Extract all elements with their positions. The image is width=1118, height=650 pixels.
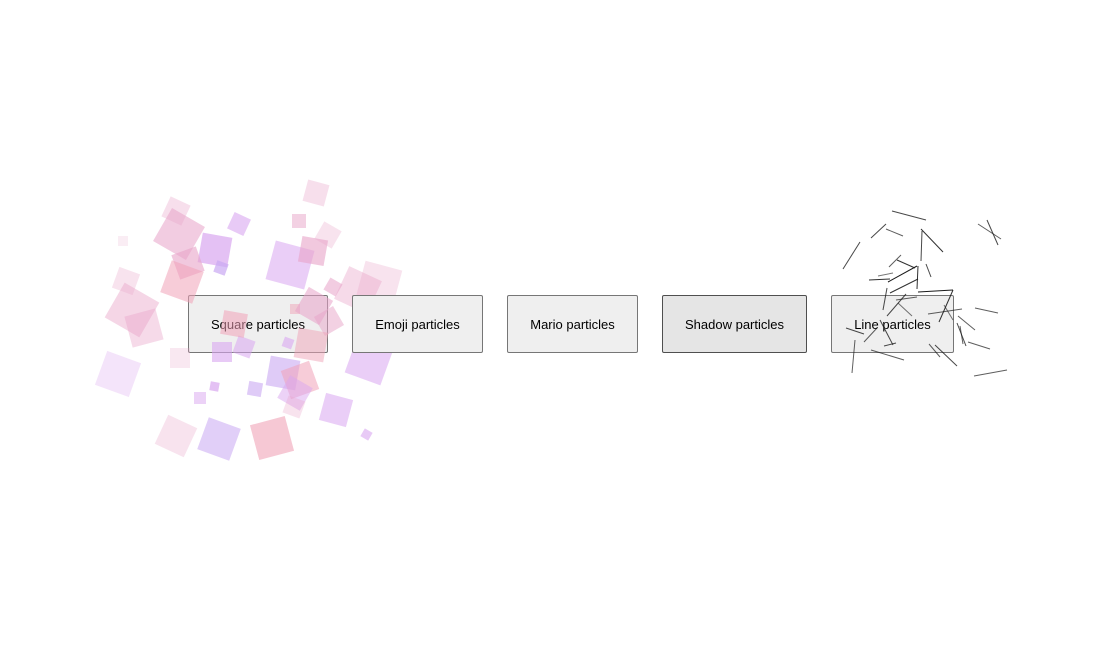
line-particle xyxy=(959,325,964,345)
line-particle xyxy=(896,259,916,269)
square-particle xyxy=(94,350,142,398)
square-particle xyxy=(323,277,343,297)
square-particle xyxy=(170,348,190,368)
line-particle xyxy=(974,307,999,314)
square-particle xyxy=(171,246,205,280)
line-particle xyxy=(973,369,1008,377)
square-particle xyxy=(161,196,191,226)
line-particle xyxy=(891,210,927,221)
line-particle xyxy=(917,289,954,293)
line-particle xyxy=(920,228,944,253)
square-particle xyxy=(209,381,220,392)
line-particle xyxy=(916,265,919,290)
square-particle xyxy=(118,236,128,246)
square-particle xyxy=(277,375,313,411)
square-particle xyxy=(265,355,301,391)
square-particle xyxy=(302,179,330,207)
line-particle xyxy=(888,254,902,268)
square-particle xyxy=(249,415,295,461)
square-particle xyxy=(318,392,354,428)
square-particle xyxy=(297,235,329,267)
particles-demo-page: Square particles Emoji particles Mario p… xyxy=(0,0,1118,650)
line-particle xyxy=(967,341,991,350)
square-particle xyxy=(197,232,233,268)
square-particle xyxy=(124,308,164,348)
square-particle xyxy=(104,282,160,338)
line-particles-button[interactable]: Line particles xyxy=(831,295,954,353)
line-particle xyxy=(977,223,1002,240)
square-particle xyxy=(194,392,206,404)
line-particle xyxy=(870,223,887,239)
square-particle xyxy=(213,260,229,276)
square-particle xyxy=(154,414,198,458)
line-particle xyxy=(887,265,918,283)
square-particle xyxy=(292,214,306,228)
line-particle xyxy=(889,278,919,294)
square-particle xyxy=(282,395,306,419)
line-particle xyxy=(885,228,904,237)
shadow-particles-button[interactable]: Shadow particles xyxy=(662,295,807,353)
line-particle xyxy=(842,241,861,270)
square-particle xyxy=(360,428,373,441)
line-particle xyxy=(986,219,999,246)
emoji-particles-button[interactable]: Emoji particles xyxy=(352,295,483,353)
square-particle xyxy=(153,208,205,260)
mario-particles-button[interactable]: Mario particles xyxy=(507,295,638,353)
square-particle xyxy=(197,417,241,461)
line-particle xyxy=(868,278,891,281)
square-particle xyxy=(246,380,264,398)
square-particle xyxy=(227,212,251,236)
line-particle xyxy=(925,263,932,278)
line-particle xyxy=(877,272,894,277)
line-particle xyxy=(920,230,923,262)
square-particle xyxy=(265,240,315,290)
line-particle xyxy=(957,315,976,331)
square-particle xyxy=(280,360,320,400)
square-particles-button[interactable]: Square particles xyxy=(188,295,328,353)
square-particle xyxy=(314,221,342,249)
square-particle xyxy=(111,266,141,296)
line-particle xyxy=(956,322,967,347)
